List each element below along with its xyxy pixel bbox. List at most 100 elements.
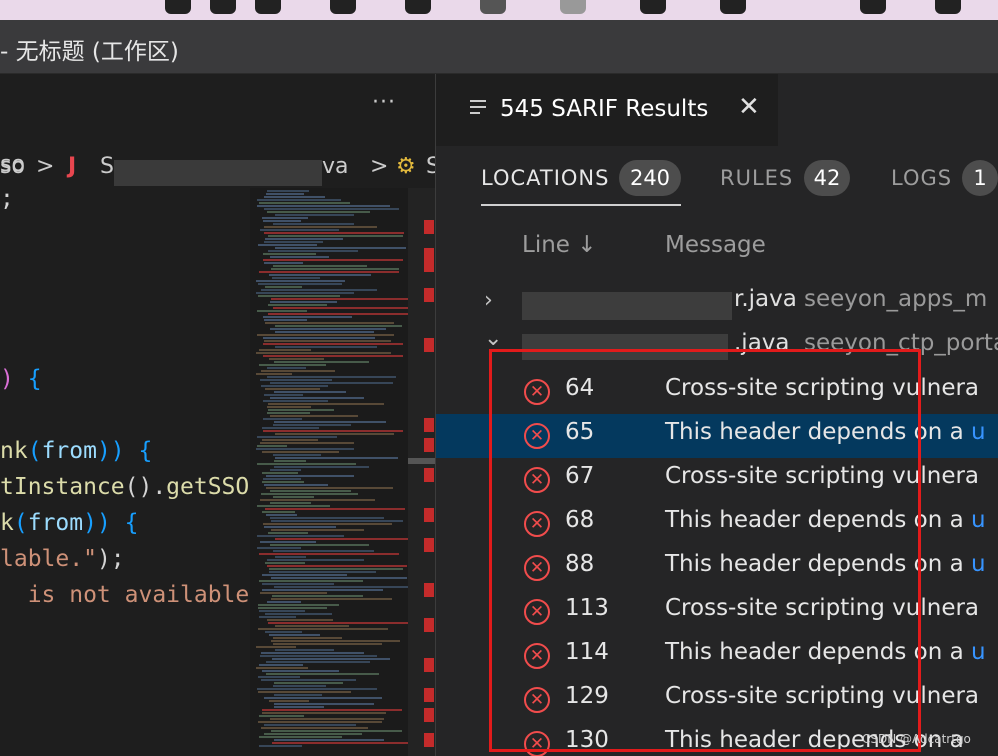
tab-sarif-results[interactable]: 545 SARIF Results ✕ (436, 74, 778, 146)
app-icon[interactable] (330, 0, 356, 14)
bookmark-icon[interactable] (405, 0, 431, 14)
minimap-line (258, 244, 317, 246)
minimap-line (270, 415, 358, 417)
java-file-icon: J (68, 154, 77, 179)
minimap-line (259, 616, 296, 618)
app-icon[interactable] (480, 0, 506, 14)
minimap-line (267, 619, 333, 621)
minimap-line (269, 358, 324, 360)
minimap-line (275, 346, 377, 348)
minimap-line (271, 730, 402, 732)
error-marker (424, 508, 434, 522)
minimap-line (259, 364, 326, 366)
minimap-line (262, 451, 339, 453)
minimap-line (262, 427, 319, 429)
minimap-line (256, 373, 292, 375)
breadcrumb-folder[interactable]: so (0, 154, 25, 179)
result-message-link[interactable]: u (971, 551, 986, 577)
minimap-line (270, 256, 329, 258)
minimap-line (270, 328, 386, 330)
minimap-line (266, 193, 304, 195)
minimap-line (256, 352, 391, 354)
minimap[interactable] (250, 188, 415, 756)
gear-icon[interactable] (935, 0, 961, 14)
minimap-line (270, 718, 384, 720)
minimap-line (270, 490, 351, 492)
close-icon[interactable]: ✕ (738, 92, 760, 122)
minimap-line (257, 199, 341, 201)
app-icon[interactable] (255, 0, 281, 14)
code-line: ; (0, 186, 14, 212)
shield-icon[interactable] (640, 0, 666, 14)
minimap-line (256, 448, 354, 450)
minimap-line (262, 583, 334, 585)
minimap-line (271, 577, 407, 579)
minimap-line (264, 241, 323, 243)
minimap-line (260, 592, 327, 594)
error-marker (424, 658, 434, 672)
error-marker (424, 618, 434, 632)
chevron-right-icon[interactable]: › (484, 288, 493, 313)
minimap-line (263, 430, 403, 432)
minimap-line (262, 217, 308, 219)
minimap-line (270, 544, 369, 546)
breadcrumb-separator: > (370, 154, 389, 179)
minimap-line (266, 475, 354, 477)
tab-logs[interactable]: LOGS (891, 166, 952, 190)
minimap-line (269, 568, 403, 570)
column-line-header[interactable]: Line ↓ (522, 232, 597, 258)
error-marker (424, 418, 434, 432)
editor-scrollbar[interactable] (408, 188, 435, 756)
minimap-line (274, 361, 369, 363)
breadcrumb-file[interactable]: S (100, 154, 114, 179)
minimap-line (275, 247, 406, 249)
minimap-line (270, 382, 393, 384)
minimap-line (257, 445, 287, 447)
minimap-line (274, 694, 322, 696)
scrollbar-thumb[interactable] (408, 458, 435, 464)
app-icon[interactable] (210, 0, 236, 14)
minimap-line (263, 253, 316, 255)
code-area[interactable]: ; ) { nk(from)) { tInstance().getSSO k(f… (0, 180, 250, 620)
minimap-line (268, 250, 358, 252)
tab-rules[interactable]: RULES (720, 166, 793, 190)
minimap-line (275, 331, 374, 333)
app-icon[interactable] (560, 0, 586, 14)
column-message-header[interactable]: Message (665, 232, 766, 258)
app-icon[interactable] (860, 0, 886, 14)
tab-locations[interactable]: LOCATIONS (481, 166, 609, 190)
chevron-down-icon[interactable]: ⌄ (484, 326, 502, 351)
app-icon[interactable] (720, 0, 746, 14)
result-message-link[interactable]: u (971, 639, 986, 665)
minimap-line (271, 529, 364, 531)
minimap-line (265, 508, 405, 510)
code-line: lable."); (0, 546, 125, 572)
minimap-line (274, 682, 343, 684)
minimap-line (271, 298, 411, 300)
result-message-link[interactable]: u (971, 419, 986, 445)
minimap-line (262, 511, 295, 513)
symbol-class-icon: ⚙ (396, 154, 416, 179)
minimap-line (264, 319, 307, 321)
minimap-line (264, 697, 382, 699)
minimap-line (259, 349, 311, 351)
minimap-line (274, 586, 408, 588)
app-icon[interactable] (165, 0, 191, 14)
minimap-line (263, 418, 302, 420)
minimap-line (268, 235, 403, 237)
minimap-line (273, 454, 321, 456)
error-marker (424, 258, 434, 272)
minimap-line (260, 442, 354, 444)
error-marker (424, 338, 434, 352)
minimap-line (267, 601, 301, 603)
minimap-line (268, 532, 308, 534)
minimap-line (260, 541, 316, 543)
redacted-path (522, 292, 732, 320)
minimap-line (257, 505, 330, 507)
minimap-line (270, 397, 364, 399)
result-message-link[interactable]: u (971, 507, 986, 533)
minimap-line (256, 280, 345, 282)
breadcrumb: so (0, 74, 435, 177)
file-group-row[interactable]: › r.java seeyon_apps_m (436, 282, 998, 326)
minimap-line (263, 400, 328, 402)
